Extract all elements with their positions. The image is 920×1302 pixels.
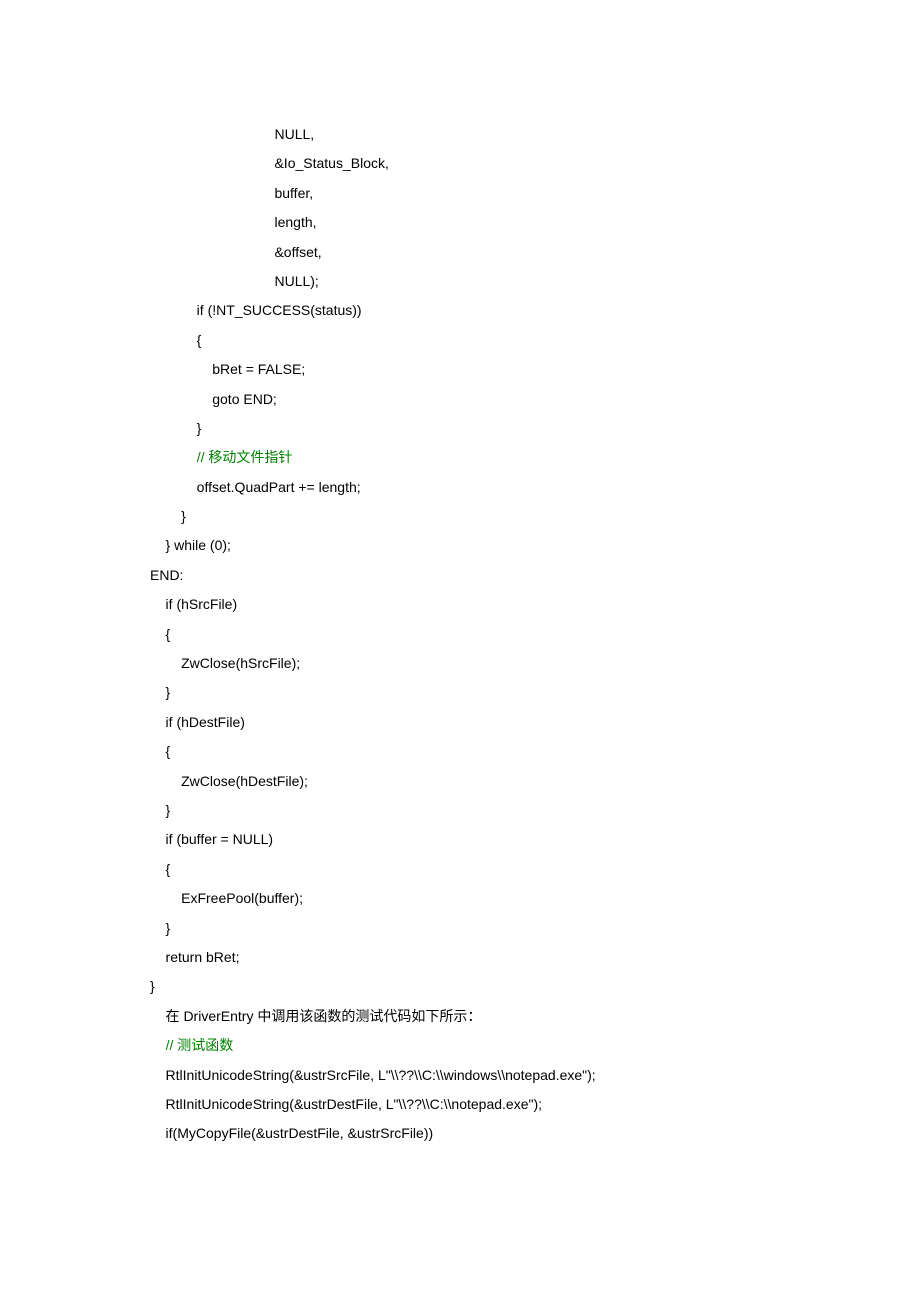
code-line: { [150,855,770,884]
indent [150,1037,166,1053]
code-line: // 测试函数 [150,1031,770,1060]
code-line: if (hDestFile) [150,708,770,737]
code-line: } while (0); [150,531,770,560]
code-line: } [150,914,770,943]
code-line: if (!NT_SUCCESS(status)) [150,296,770,325]
code-comment: // 测试函数 [166,1037,234,1053]
code-line: bRet = FALSE; [150,355,770,384]
code-line: { [150,737,770,766]
code-line: NULL, [150,120,770,149]
code-line: goto END; [150,385,770,414]
code-line: &offset, [150,238,770,267]
code-line: return bRet; [150,943,770,972]
code-line: if(MyCopyFile(&ustrDestFile, &ustrSrcFil… [150,1119,770,1148]
code-line: } [150,678,770,707]
code-line: buffer, [150,179,770,208]
code-line: offset.QuadPart += length; [150,473,770,502]
code-line: RtlInitUnicodeString(&ustrDestFile, L"\\… [150,1090,770,1119]
code-line: } [150,502,770,531]
text-line: 在 DriverEntry 中调用该函数的测试代码如下所示： [150,1002,770,1031]
code-line: ExFreePool(buffer); [150,884,770,913]
code-line: // 移动文件指针 [150,443,770,472]
code-comment: // 移动文件指针 [197,449,293,465]
code-line: { [150,326,770,355]
indent [150,449,197,465]
code-line: RtlInitUnicodeString(&ustrSrcFile, L"\\?… [150,1061,770,1090]
code-line: } [150,414,770,443]
code-line: } [150,972,770,1001]
document-page: NULL, &Io_Status_Block, buffer, length, … [0,0,920,1302]
code-line: length, [150,208,770,237]
code-line: { [150,620,770,649]
code-line: ZwClose(hSrcFile); [150,649,770,678]
code-line: } [150,796,770,825]
code-line: NULL); [150,267,770,296]
code-line: ZwClose(hDestFile); [150,767,770,796]
code-line: &Io_Status_Block, [150,149,770,178]
code-label: END: [150,561,770,590]
code-line: if (buffer = NULL) [150,825,770,854]
code-line: if (hSrcFile) [150,590,770,619]
